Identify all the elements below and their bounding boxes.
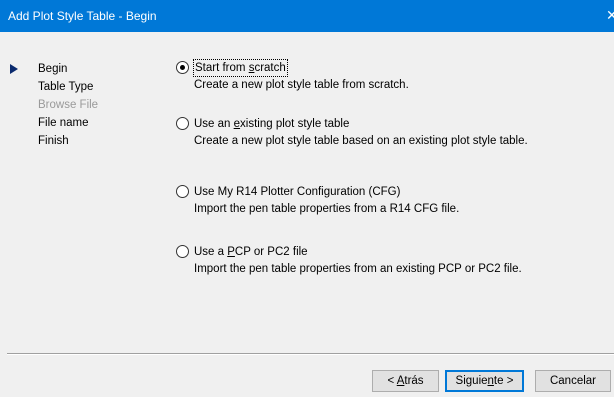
- start-from-scratch-description: Create a new plot style table from scrat…: [194, 79, 409, 91]
- option-start-from-scratch: Start from scratch Create a new plot sty…: [176, 59, 556, 92]
- use-r14-cfg-radio-row[interactable]: Use My R14 Plotter Configuration (CFG): [176, 184, 556, 200]
- nav-step-begin: Begin: [10, 60, 98, 78]
- wizard-steps-nav: Begin Table Type Browse File File name F…: [10, 60, 98, 150]
- use-pcp-pc2-label[interactable]: Use a PCP or PC2 file: [194, 244, 308, 260]
- nav-step-label: Table Type: [38, 81, 94, 93]
- start-from-scratch-label[interactable]: Start from scratch: [193, 59, 288, 77]
- nav-step-label: Finish: [38, 135, 69, 147]
- current-step-arrow-icon: [10, 64, 18, 74]
- nav-step-label: Begin: [38, 63, 68, 75]
- window-title: Add Plot Style Table - Begin: [8, 9, 157, 23]
- use-r14-cfg-radio[interactable]: [176, 185, 189, 198]
- nav-step-label: File name: [38, 117, 89, 129]
- next-button[interactable]: Siguiente >: [445, 370, 524, 392]
- nav-step-browse-file: Browse File: [10, 96, 98, 114]
- use-existing-description: Create a new plot style table based on a…: [194, 135, 528, 147]
- use-pcp-pc2-description: Import the pen table properties from an …: [194, 263, 522, 275]
- nav-step-file-name: File name: [10, 114, 98, 132]
- option-use-r14-cfg: Use My R14 Plotter Configuration (CFG) I…: [176, 184, 556, 216]
- option-use-existing-table: Use an existing plot style table Create …: [176, 116, 556, 148]
- use-existing-label[interactable]: Use an existing plot style table: [194, 116, 349, 132]
- use-pcp-pc2-radio[interactable]: [176, 245, 189, 258]
- nav-step-table-type: Table Type: [10, 78, 98, 96]
- close-icon[interactable]: ✕: [606, 6, 614, 24]
- use-r14-cfg-label[interactable]: Use My R14 Plotter Configuration (CFG): [194, 184, 400, 200]
- cancel-button[interactable]: Cancelar: [535, 370, 611, 392]
- use-existing-radio-row[interactable]: Use an existing plot style table: [176, 116, 556, 132]
- use-r14-cfg-description: Import the pen table properties from a R…: [194, 203, 460, 215]
- nav-step-finish: Finish: [10, 132, 98, 150]
- nav-step-label: Browse File: [38, 99, 99, 111]
- radio-selected-dot-icon: [180, 65, 185, 70]
- option-use-pcp-pc2: Use a PCP or PC2 file Import the pen tab…: [176, 244, 556, 276]
- title-bar: Add Plot Style Table - Begin ✕: [0, 0, 614, 32]
- wizard-body: Begin Table Type Browse File File name F…: [0, 32, 614, 397]
- footer-separator: [7, 353, 614, 355]
- back-button[interactable]: < Atrás: [372, 370, 439, 392]
- start-from-scratch-radio-row[interactable]: Start from scratch: [176, 59, 556, 77]
- start-from-scratch-radio[interactable]: [176, 61, 189, 74]
- use-pcp-pc2-radio-row[interactable]: Use a PCP or PC2 file: [176, 244, 556, 260]
- use-existing-radio[interactable]: [176, 117, 189, 130]
